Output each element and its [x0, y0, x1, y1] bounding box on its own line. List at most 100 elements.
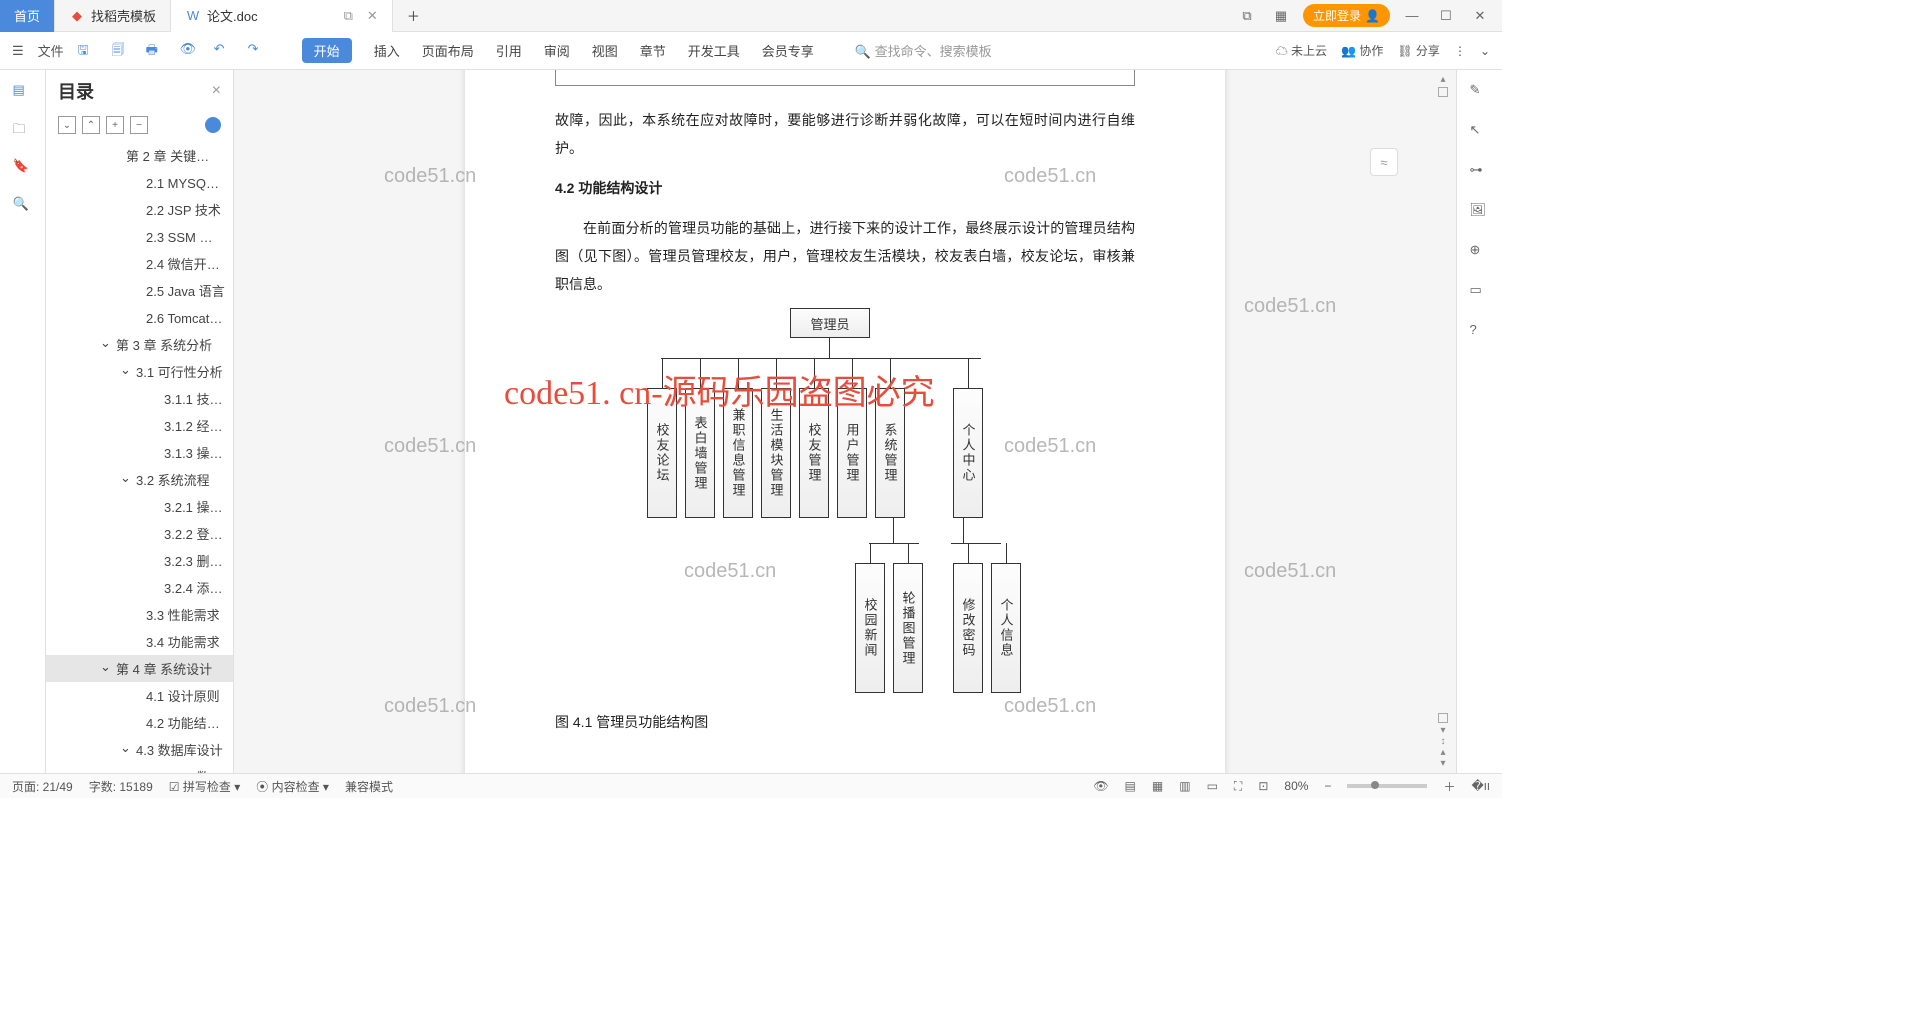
remove-heading-icon[interactable]: −: [130, 116, 148, 134]
zoom-out-icon[interactable]: −: [1324, 779, 1331, 793]
document-canvas[interactable]: 故障，因此，本系统在应对故障时，要能够进行诊断并弱化故障，可以在短时间内进行自维…: [234, 70, 1456, 773]
outline-item[interactable]: 2.2 JSP 技术: [46, 196, 233, 223]
collab-button[interactable]: 👥 协作: [1341, 42, 1383, 59]
spellcheck-button[interactable]: ☑ 拼写检查 ▾: [169, 778, 240, 795]
ribbon-start[interactable]: 开始: [302, 38, 352, 63]
select-icon[interactable]: ↖: [1470, 122, 1490, 142]
outline-item[interactable]: 2.3 SSM 框架: [46, 223, 233, 250]
ai-assist-button[interactable]: ≈: [1370, 148, 1398, 176]
word-count[interactable]: 字数: 15189: [89, 778, 153, 795]
ribbon-review[interactable]: 审阅: [544, 41, 570, 60]
undo-icon[interactable]: ↶: [214, 41, 234, 61]
collapse-ribbon-icon[interactable]: ⌄: [1480, 44, 1490, 58]
read-icon[interactable]: ▭: [1470, 282, 1490, 302]
outline-item[interactable]: 3.4 功能需求: [46, 628, 233, 655]
ribbon-layout[interactable]: 页面布局: [422, 41, 474, 60]
ribbon-reference[interactable]: 引用: [496, 41, 522, 60]
save-icon[interactable]: 🖫: [78, 41, 98, 61]
outline-item[interactable]: 2.6 Tomcat 介…: [46, 304, 233, 331]
tab-template[interactable]: ◆ 找稻壳模板: [55, 0, 171, 32]
search-icon[interactable]: 🔍: [13, 196, 33, 216]
outline-item[interactable]: 3.2.3 删除…: [46, 547, 233, 574]
chevron-down-icon[interactable]: ⌄: [100, 659, 111, 675]
outline-item[interactable]: 3.3 性能需求: [46, 601, 233, 628]
ribbon-vip[interactable]: 会员专享: [762, 41, 814, 60]
outline-item[interactable]: 3.2.1 操作…: [46, 493, 233, 520]
outline-item[interactable]: ⌄3.1 可行性分析: [46, 358, 233, 385]
ribbon-view[interactable]: 视图: [592, 41, 618, 60]
outline-item[interactable]: 4.3.1 数据…: [46, 763, 233, 773]
zoom-slider[interactable]: [1347, 784, 1427, 788]
minimize-button[interactable]: —: [1400, 8, 1424, 23]
redo-icon[interactable]: ↷: [248, 41, 268, 61]
command-search[interactable]: 🔍 查找命令、搜索模板: [848, 38, 999, 63]
new-tab-button[interactable]: ＋: [393, 0, 434, 32]
outline-item[interactable]: ⌄3.2 系统流程: [46, 466, 233, 493]
ribbon-insert[interactable]: 插入: [374, 41, 400, 60]
scroll-top-controls[interactable]: ▴: [1434, 74, 1452, 97]
apps-icon[interactable]: ▦: [1269, 8, 1293, 24]
outline-item[interactable]: ⌄第 4 章 系统设计: [46, 655, 233, 682]
fullscreen-icon[interactable]: ⛶: [1234, 779, 1242, 794]
outline-item[interactable]: ⌄第 3 章 系统分析: [46, 331, 233, 358]
pen-icon[interactable]: ✎: [1470, 82, 1490, 102]
compass-icon[interactable]: ⊕: [1470, 242, 1490, 262]
outline-item[interactable]: 第 2 章 关键…: [46, 142, 233, 169]
image-icon[interactable]: 🖼: [1470, 202, 1490, 222]
hamburger-icon[interactable]: ☰: [12, 43, 24, 59]
close-icon[interactable]: ✕: [367, 8, 378, 24]
view-read-icon[interactable]: ▭: [1207, 779, 1218, 793]
settings-icon[interactable]: ⊶: [1470, 162, 1490, 182]
cloud-status[interactable]: ☁ 未上云: [1276, 42, 1327, 59]
eye-icon[interactable]: 👁: [1093, 779, 1108, 793]
more-icon[interactable]: ⋮: [1454, 44, 1466, 58]
outline-item[interactable]: 3.1.1 技术…: [46, 385, 233, 412]
fit-icon[interactable]: ⊡: [1258, 779, 1268, 793]
print-icon[interactable]: 🖶: [146, 41, 166, 61]
chevron-down-icon[interactable]: ⌄: [120, 362, 131, 378]
outline-item[interactable]: 3.1.3 操作…: [46, 439, 233, 466]
zoom-level[interactable]: 80%: [1284, 779, 1308, 793]
outline-item[interactable]: 3.2.2 登录…: [46, 520, 233, 547]
outline-item[interactable]: 4.1 设计原则: [46, 682, 233, 709]
layout-icon[interactable]: ⧉: [1235, 8, 1259, 24]
compat-mode[interactable]: 兼容模式: [345, 778, 393, 795]
preview-icon[interactable]: 👁: [180, 41, 200, 61]
view-web-icon[interactable]: ▥: [1179, 779, 1190, 793]
help-icon[interactable]: ?: [1470, 322, 1490, 342]
outline-item[interactable]: ⌄4.3 数据库设计: [46, 736, 233, 763]
view-page-icon[interactable]: ▤: [1125, 779, 1136, 793]
login-button[interactable]: 立即登录 👤: [1303, 4, 1390, 27]
chevron-down-icon[interactable]: ⌄: [120, 470, 131, 486]
outline-icon[interactable]: ▤: [13, 82, 33, 102]
content-check-button[interactable]: ⦿ 内容检查 ▾: [256, 778, 329, 795]
bookmark-icon[interactable]: 🔖: [13, 158, 33, 178]
tab-home[interactable]: 首页: [0, 0, 55, 32]
ribbon-devtools[interactable]: 开发工具: [688, 41, 740, 60]
save-as-icon[interactable]: 🗐: [112, 41, 132, 61]
chevron-down-icon[interactable]: ⌄: [100, 335, 111, 351]
tab-document[interactable]: W 论文.doc ⧉ ✕: [171, 0, 393, 32]
outline-item[interactable]: 2.4 微信开发者…: [46, 250, 233, 277]
add-heading-icon[interactable]: +: [106, 116, 124, 134]
expand-all-icon[interactable]: ⌃: [82, 116, 100, 134]
outline-item[interactable]: 2.1 MYSQL 数…: [46, 169, 233, 196]
outline-item[interactable]: 2.5 Java 语言: [46, 277, 233, 304]
zoom-in-icon[interactable]: ＋: [1443, 778, 1455, 795]
expand-icon[interactable]: �וו: [1471, 779, 1490, 793]
chevron-down-icon[interactable]: ⌄: [120, 740, 131, 756]
close-button[interactable]: ✕: [1468, 8, 1492, 24]
view-outline-icon[interactable]: ▦: [1152, 779, 1163, 793]
outline-item[interactable]: 3.1.2 经济…: [46, 412, 233, 439]
ribbon-chapter[interactable]: 章节: [640, 41, 666, 60]
page-count[interactable]: 页面: 21/49: [12, 778, 73, 795]
collapse-all-icon[interactable]: ⌄: [58, 116, 76, 134]
tab-window-icon[interactable]: ⧉: [344, 8, 353, 24]
outline-list[interactable]: 第 2 章 关键…2.1 MYSQL 数…2.2 JSP 技术2.3 SSM 框…: [46, 138, 233, 773]
maximize-button[interactable]: ☐: [1434, 8, 1458, 24]
outline-item[interactable]: 3.2.4 添加…: [46, 574, 233, 601]
file-menu[interactable]: 文件: [38, 41, 64, 60]
clipboard-icon[interactable]: 🗀: [13, 120, 33, 140]
outline-item[interactable]: 4.2 功能结构设…: [46, 709, 233, 736]
share-button[interactable]: ⛓ 分享: [1397, 42, 1440, 59]
